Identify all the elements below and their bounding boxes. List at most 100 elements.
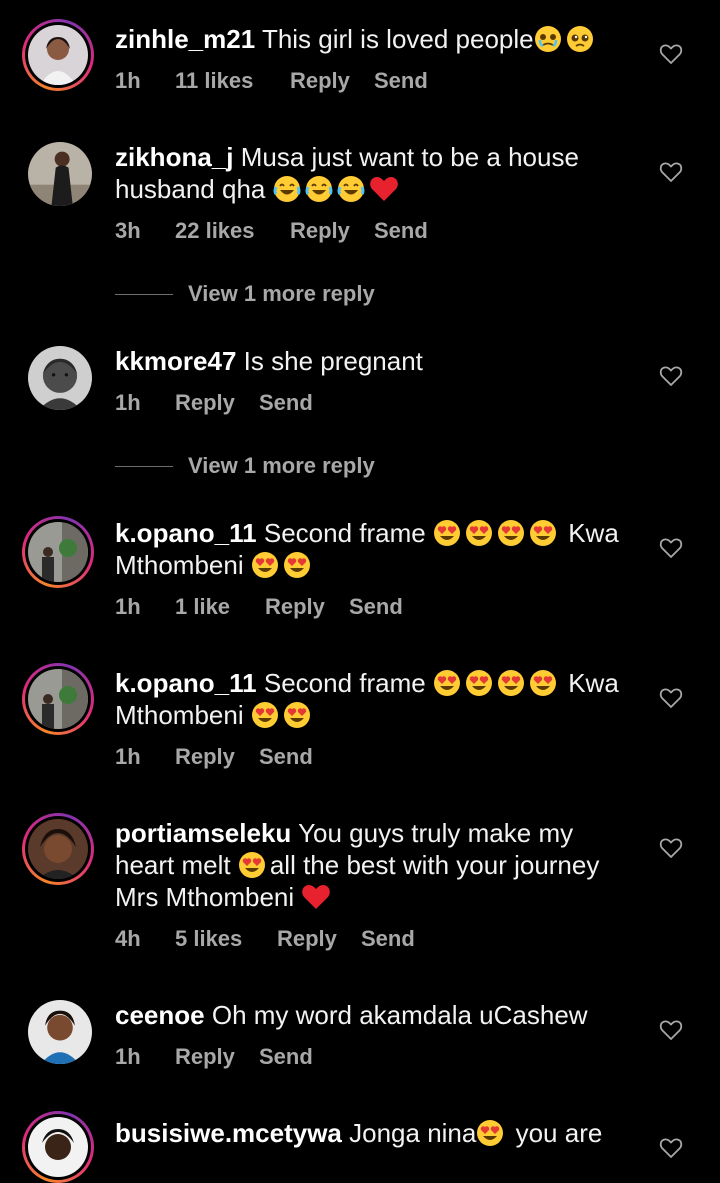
- view-more-label[interactable]: View 1 more reply: [188, 453, 375, 479]
- send-button[interactable]: Send: [349, 594, 403, 620]
- heart-eyes-face-icon: [529, 669, 557, 697]
- avatar-photo: [28, 1000, 92, 1064]
- likes-count[interactable]: 11 likes: [175, 68, 290, 94]
- avatar[interactable]: [28, 142, 92, 206]
- comment-meta: 1h 11 likes Reply Send: [115, 68, 428, 94]
- comment-meta: 1h Reply Send: [115, 1044, 313, 1070]
- view-more-replies[interactable]: View 1 more reply: [115, 281, 375, 307]
- reply-button[interactable]: Reply: [290, 218, 374, 244]
- pleading-face-icon: [566, 25, 594, 53]
- avatar[interactable]: [28, 1000, 92, 1064]
- avatar[interactable]: [28, 346, 92, 410]
- avatar-frame: [28, 346, 92, 410]
- comment-body-line1: You guys truly make my: [298, 818, 574, 848]
- tears-of-joy-face-icon: [305, 175, 333, 203]
- avatar-frame: [28, 142, 92, 206]
- heart-eyes-face-icon: [238, 851, 266, 879]
- username[interactable]: k.opano_11: [115, 668, 257, 698]
- heart-eyes-face-icon: [283, 551, 311, 579]
- reply-button[interactable]: Reply: [277, 926, 361, 952]
- username[interactable]: kkmore47: [115, 346, 236, 376]
- avatar-frame: [25, 816, 91, 882]
- heart-eyes-face-icon: [529, 519, 557, 547]
- reply-button[interactable]: Reply: [175, 1044, 259, 1070]
- username[interactable]: zikhona_j: [115, 142, 233, 172]
- comment-body-line2: Mthombeni: [115, 700, 244, 730]
- heart-outline-icon[interactable]: [659, 1137, 683, 1159]
- reply-button[interactable]: Reply: [175, 744, 259, 770]
- avatar[interactable]: [22, 813, 94, 885]
- send-button[interactable]: Send: [259, 390, 313, 416]
- avatar[interactable]: [22, 663, 94, 735]
- reply-button[interactable]: Reply: [290, 68, 374, 94]
- divider-line: [115, 293, 173, 295]
- username[interactable]: portiamseleku: [115, 818, 291, 848]
- heart-eyes-face-icon: [497, 519, 525, 547]
- heart-outline-icon[interactable]: [659, 365, 683, 387]
- comment-body-line1-end: Kwa: [568, 518, 619, 548]
- divider-line: [115, 465, 173, 467]
- send-button[interactable]: Send: [374, 68, 428, 94]
- comment-text: zinhle_m21 This girl is loved people: [115, 23, 635, 55]
- send-button[interactable]: Send: [259, 744, 313, 770]
- heart-outline-icon[interactable]: [659, 837, 683, 859]
- comment-body: Oh my word akamdala uCashew: [211, 1000, 588, 1030]
- heart-outline-icon[interactable]: [659, 43, 683, 65]
- tears-of-joy-face-icon: [273, 175, 301, 203]
- avatar-frame: [25, 22, 91, 88]
- view-more-replies[interactable]: View 1 more reply: [115, 453, 375, 479]
- send-button[interactable]: Send: [361, 926, 415, 952]
- username[interactable]: k.opano_11: [115, 518, 257, 548]
- avatar-frame: [28, 1000, 92, 1064]
- tears-of-joy-face-icon: [337, 175, 365, 203]
- comment-text: portiamseleku You guys truly make my hea…: [115, 817, 635, 913]
- avatar[interactable]: [22, 516, 94, 588]
- send-button[interactable]: Send: [259, 1044, 313, 1070]
- likes-count[interactable]: 5 likes: [175, 926, 277, 952]
- likes-count[interactable]: 1 like: [175, 594, 265, 620]
- avatar-photo: [28, 25, 88, 85]
- avatar-frame: [25, 666, 91, 732]
- comment-body-line2: husband qha: [115, 174, 266, 204]
- heart-eyes-face-icon: [465, 669, 493, 697]
- reply-button[interactable]: Reply: [265, 594, 349, 620]
- heart-eyes-face-icon: [433, 669, 461, 697]
- comment-body: Is she pregnant: [243, 346, 423, 376]
- timestamp: 3h: [115, 218, 141, 243]
- red-heart-icon: [369, 175, 399, 203]
- heart-eyes-face-icon: [283, 701, 311, 729]
- username[interactable]: busisiwe.mcetywa: [115, 1118, 342, 1148]
- comment-body: This girl is loved people: [261, 24, 534, 54]
- username[interactable]: ceenoe: [115, 1000, 205, 1030]
- view-more-label[interactable]: View 1 more reply: [188, 281, 375, 307]
- comment-body-line2a: heart melt: [115, 850, 231, 880]
- heart-eyes-face-icon: [433, 519, 461, 547]
- heart-outline-icon[interactable]: [659, 687, 683, 709]
- comment-meta: 3h 22 likes Reply Send: [115, 218, 428, 244]
- heart-eyes-face-icon: [497, 669, 525, 697]
- comment-body-b: you are: [515, 1118, 603, 1148]
- username[interactable]: zinhle_m21: [115, 24, 255, 54]
- avatar[interactable]: [22, 1111, 94, 1183]
- avatar-photo: [28, 346, 92, 410]
- likes-count[interactable]: 22 likes: [175, 218, 290, 244]
- timestamp: 1h: [115, 390, 141, 415]
- avatar[interactable]: [22, 19, 94, 91]
- reply-button[interactable]: Reply: [175, 390, 259, 416]
- crying-tears-face-icon: [534, 25, 562, 53]
- heart-eyes-face-icon: [465, 519, 493, 547]
- comment-body-a: Jonga nina: [349, 1118, 477, 1148]
- heart-outline-icon[interactable]: [659, 1019, 683, 1041]
- timestamp: 1h: [115, 744, 141, 769]
- heart-eyes-face-icon: [476, 1119, 504, 1147]
- send-button[interactable]: Send: [374, 218, 428, 244]
- heart-outline-icon[interactable]: [659, 537, 683, 559]
- comment-text: k.opano_11 Second frame Kwa Mthombeni: [115, 517, 635, 581]
- comment-text: k.opano_11 Second frame Kwa Mthombeni: [115, 667, 635, 731]
- timestamp: 4h: [115, 926, 141, 951]
- comment-text: zikhona_j Musa just want to be a house h…: [115, 141, 635, 205]
- avatar-frame: [25, 519, 91, 585]
- comment-text: ceenoe Oh my word akamdala uCashew: [115, 999, 635, 1031]
- heart-outline-icon[interactable]: [659, 161, 683, 183]
- comment-meta: 1h Reply Send: [115, 744, 313, 770]
